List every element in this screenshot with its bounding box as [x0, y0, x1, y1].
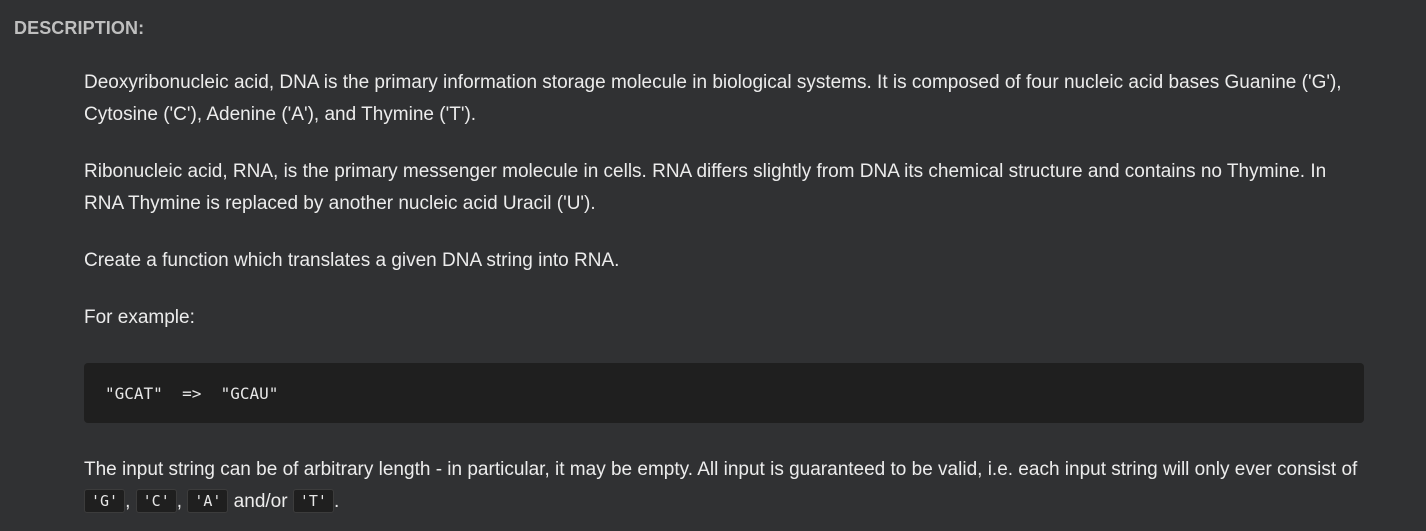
description-paragraph-rna: Ribonucleic acid, RNA, is the primary me… [84, 161, 1327, 214]
input-separator-3: and/or [228, 491, 293, 512]
inline-code-a: 'A' [187, 489, 229, 513]
description-paragraph-task: Create a function which translates a giv… [84, 250, 620, 271]
inline-code-c: 'C' [135, 489, 177, 513]
input-separator-1: , [125, 491, 136, 512]
inline-code-g: 'G' [84, 489, 126, 513]
section-label: DESCRIPTION: [14, 18, 145, 38]
description-content: Deoxyribonucleic acid, DNA is the primar… [84, 67, 1364, 518]
code-example-block: "GCAT" => "GCAU" [84, 363, 1364, 423]
input-paragraph-end: . [333, 491, 340, 512]
description-paragraph-dna: Deoxyribonucleic acid, DNA is the primar… [84, 72, 1342, 125]
code-example-text: "GCAT" => "GCAU" [105, 383, 279, 403]
description-paragraph-example-intro: For example: [84, 307, 195, 328]
input-paragraph-text: The input string can be of arbitrary len… [84, 459, 1358, 480]
description-paragraph-input: The input string can be of arbitrary len… [84, 454, 1364, 518]
inline-code-t: 'T' [292, 489, 334, 513]
input-separator-2: , [176, 491, 188, 512]
